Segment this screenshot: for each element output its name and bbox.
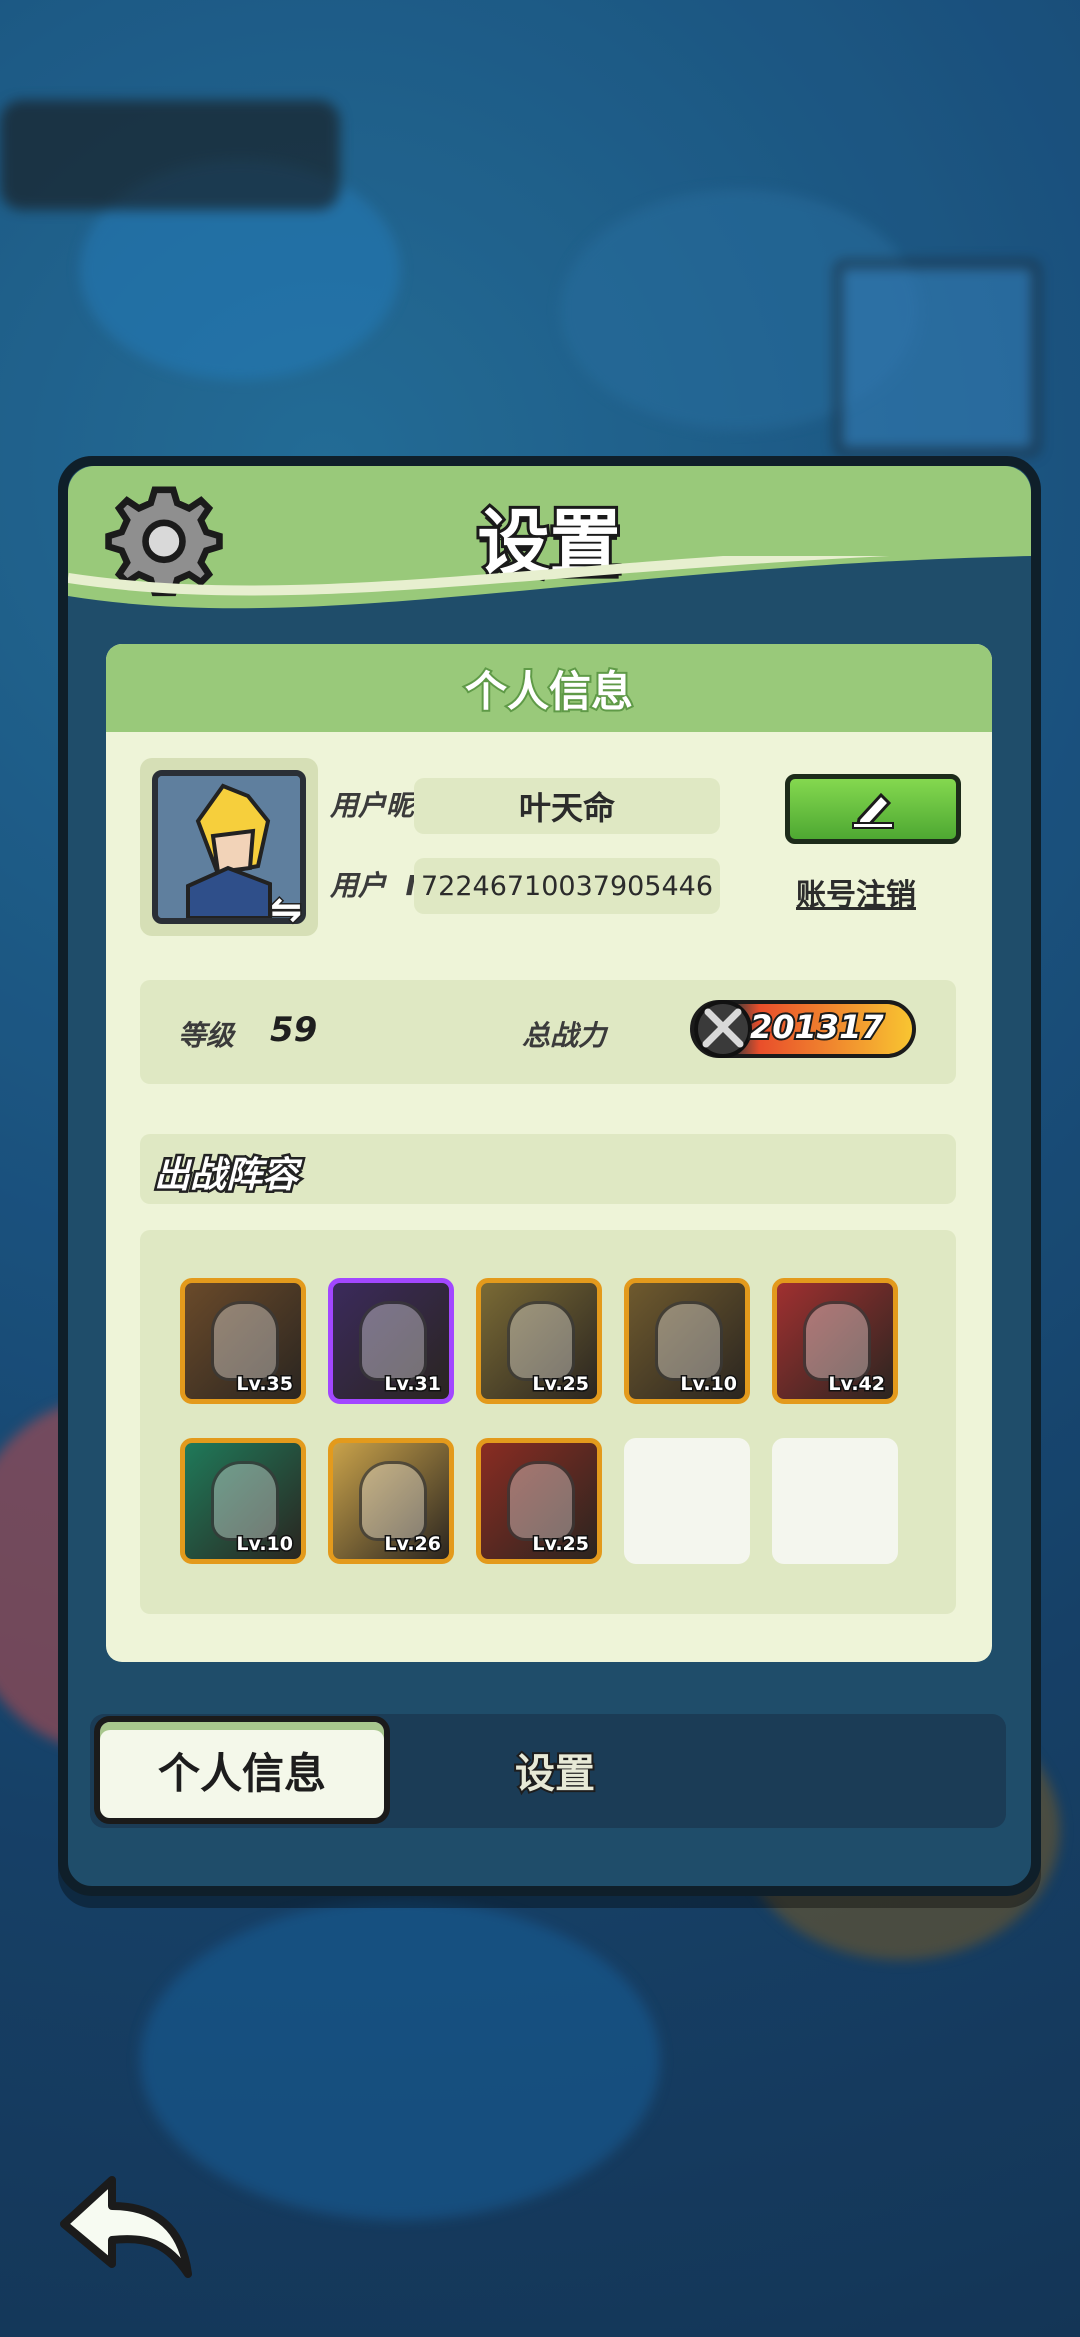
hero-lineup-grid: Lv.35 Lv.31 Lv.25 Lv.10 Lv.42 Lv.10 Lv.26 Lv.25 [140, 1230, 956, 1614]
hero-slot[interactable]: Lv.35 [180, 1278, 306, 1404]
hero-level: Lv.42 [827, 1372, 887, 1397]
hero-slot[interactable]: Lv.10 [180, 1438, 306, 1564]
hero-portrait [211, 1461, 279, 1541]
hero-portrait [803, 1301, 871, 1381]
cancel-account-link[interactable]: 账号注销 [796, 870, 916, 914]
swap-avatar-icon[interactable]: ⇋ [264, 889, 308, 930]
profile-card: 个人信息 ⇋ 用户昵称 叶天命 用户 ID 7224671003790544​6 [106, 644, 992, 1662]
hero-level: Lv.25 [531, 1532, 591, 1557]
level-value: 59 [270, 1010, 318, 1050]
tab-profile[interactable]: 个人信息 [94, 1716, 390, 1824]
power-badge: 201317 [690, 1000, 916, 1058]
level-label: 等级 [178, 1019, 235, 1052]
back-arrow-icon[interactable] [56, 2172, 196, 2282]
hero-level: Lv.35 [235, 1372, 295, 1397]
hero-slot[interactable]: Lv.26 [328, 1438, 454, 1564]
hero-level: Lv.10 [235, 1532, 295, 1557]
crossed-swords-icon [694, 1000, 752, 1058]
hero-slot[interactable]: Lv.25 [476, 1438, 602, 1564]
dialog-header: 设置 [68, 466, 1031, 626]
hero-slot[interactable]: Lv.25 [476, 1278, 602, 1404]
hero-level: Lv.10 [679, 1372, 739, 1397]
user-id-field: 7224671003790544​6 [414, 858, 720, 914]
hero-slot-empty[interactable] [772, 1438, 898, 1564]
tab-settings-label: 设置 [513, 1749, 597, 1799]
hero-slot-empty[interactable] [624, 1438, 750, 1564]
avatar-frame[interactable]: ⇋ [140, 758, 318, 936]
hero-level: Lv.26 [383, 1532, 443, 1557]
hero-slot[interactable]: Lv.42 [772, 1278, 898, 1404]
stats-panel: 等级 59 总战力 201317 [140, 980, 956, 1084]
profile-card-header: 个人信息 [106, 644, 992, 732]
settings-dialog: 设置 个人信息 ⇋ 用户昵称 叶天命 用户 ID 722467100379054… [58, 456, 1041, 1896]
hero-portrait [359, 1461, 427, 1541]
tab-settings[interactable]: 设置 [390, 1716, 720, 1824]
nickname-field: 叶天命 [414, 778, 720, 834]
hero-slot[interactable]: Lv.31 [328, 1278, 454, 1404]
hero-portrait [359, 1301, 427, 1381]
dialog-tabs: 个人信息 设置 [90, 1714, 1006, 1828]
tab-profile-label: 个人信息 [157, 1748, 326, 1798]
hero-portrait [507, 1301, 575, 1381]
hero-portrait [211, 1301, 279, 1381]
pencil-icon [852, 792, 894, 829]
edit-nickname-button[interactable] [785, 774, 961, 844]
hero-slot[interactable]: Lv.10 [624, 1278, 750, 1404]
hero-portrait [507, 1461, 575, 1541]
lineup-header-bar: 出战阵容 [140, 1134, 956, 1204]
lineup-title: 出战阵容 [151, 1153, 300, 1199]
profile-card-title: 个人信息 [463, 665, 635, 718]
hero-level: Lv.25 [531, 1372, 591, 1397]
header-wave [68, 556, 1031, 626]
power-label: 总战力 [522, 1019, 607, 1052]
power-value: 201317 [748, 1006, 886, 1048]
hero-level: Lv.31 [383, 1372, 443, 1397]
hero-portrait [655, 1301, 723, 1381]
